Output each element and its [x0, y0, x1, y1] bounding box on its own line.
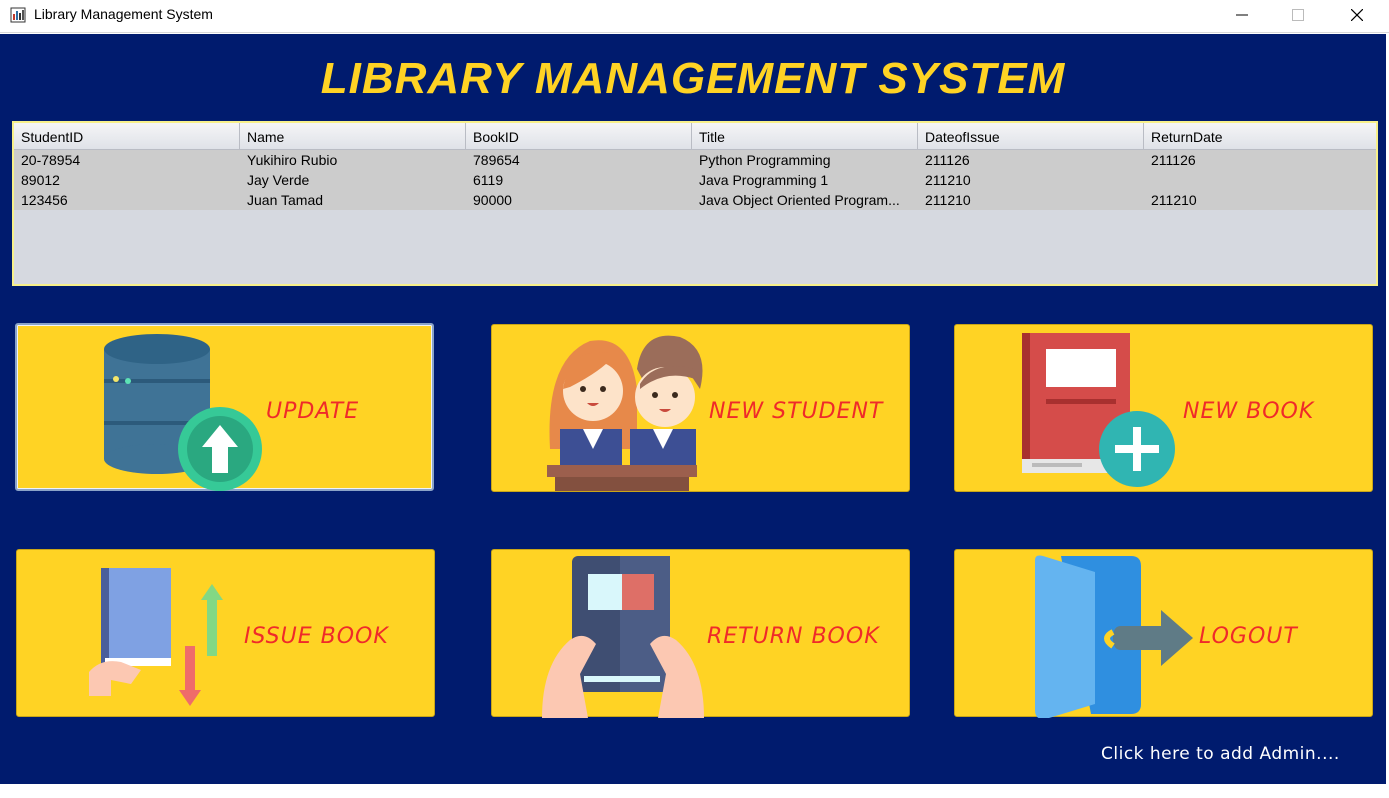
- new-book-label: NEW BOOK: [1183, 399, 1315, 424]
- table-cell[interactable]: Java Object Oriented Program...: [692, 190, 918, 210]
- window-border: [0, 784, 1389, 798]
- table-row[interactable]: 123456 Juan Tamad 90000 Java Object Orie…: [14, 190, 1376, 210]
- add-admin-link[interactable]: Click here to add Admin....: [1101, 744, 1340, 764]
- book-in-hands-icon: [542, 556, 704, 718]
- table-cell[interactable]: 89012: [14, 170, 240, 190]
- update-button[interactable]: UPDATE: [15, 323, 434, 491]
- table-cell[interactable]: Java Programming 1: [692, 170, 918, 190]
- maximize-button[interactable]: [1275, 0, 1321, 30]
- column-header[interactable]: ReturnDate: [1144, 123, 1376, 149]
- table-cell[interactable]: 211210: [1144, 190, 1376, 210]
- table-cell[interactable]: Python Programming: [692, 150, 918, 170]
- database-upload-icon: [104, 334, 262, 491]
- issue-book-label: ISSUE BOOK: [244, 624, 389, 649]
- issued-books-table[interactable]: StudentID Name BookID Title DateofIssue …: [12, 121, 1378, 286]
- table-cell[interactable]: 211210: [918, 170, 1144, 190]
- column-header[interactable]: Title: [692, 123, 918, 149]
- table-cell[interactable]: [1144, 170, 1376, 190]
- app-icon: [10, 7, 26, 23]
- column-header[interactable]: BookID: [466, 123, 692, 149]
- table-row[interactable]: 20-78954 Yukihiro Rubio 789654 Python Pr…: [14, 150, 1376, 170]
- window-title-bar: Library Management System: [0, 0, 1389, 33]
- table-header: StudentID Name BookID Title DateofIssue …: [14, 123, 1376, 150]
- column-header[interactable]: Name: [240, 123, 466, 149]
- page-title: LIBRARY MANAGEMENT SYSTEM: [320, 54, 1066, 103]
- column-header[interactable]: DateofIssue: [918, 123, 1144, 149]
- table-cell[interactable]: 123456: [14, 190, 240, 210]
- table-cell[interactable]: Jay Verde: [240, 170, 466, 190]
- book-transfer-icon: [89, 568, 223, 706]
- table-cell[interactable]: 6119: [466, 170, 692, 190]
- return-book-button[interactable]: RETURN BOOK: [491, 549, 910, 718]
- minimize-icon: [1236, 14, 1248, 16]
- table-body: 20-78954 Yukihiro Rubio 789654 Python Pr…: [14, 150, 1376, 210]
- table-cell[interactable]: 20-78954: [14, 150, 240, 170]
- new-student-label: NEW STUDENT: [709, 399, 884, 424]
- table-cell[interactable]: 211210: [918, 190, 1144, 210]
- table-cell[interactable]: 211126: [1144, 150, 1376, 170]
- column-header[interactable]: StudentID: [14, 123, 240, 149]
- door-exit-icon: [1035, 555, 1193, 718]
- table-cell[interactable]: 789654: [466, 150, 692, 170]
- students-icon: [547, 335, 703, 491]
- close-icon: [1351, 9, 1363, 21]
- table-cell[interactable]: 211126: [918, 150, 1144, 170]
- main-panel: LIBRARY MANAGEMENT SYSTEM StudentID Name…: [0, 34, 1386, 784]
- window-title: Library Management System: [34, 6, 213, 22]
- update-label: UPDATE: [266, 399, 360, 424]
- logout-label: LOGOUT: [1199, 624, 1298, 649]
- table-row[interactable]: 89012 Jay Verde 6119 Java Programming 1 …: [14, 170, 1376, 190]
- new-student-button[interactable]: NEW STUDENT: [491, 324, 910, 492]
- logout-button[interactable]: LOGOUT: [954, 549, 1373, 718]
- new-book-button[interactable]: NEW BOOK: [954, 324, 1373, 492]
- maximize-icon: [1292, 9, 1304, 21]
- table-cell[interactable]: Yukihiro Rubio: [240, 150, 466, 170]
- table-cell[interactable]: 90000: [466, 190, 692, 210]
- book-add-icon: [1022, 333, 1175, 487]
- close-button[interactable]: [1334, 0, 1380, 30]
- table-cell[interactable]: Juan Tamad: [240, 190, 466, 210]
- return-book-label: RETURN BOOK: [707, 624, 880, 649]
- minimize-button[interactable]: [1219, 0, 1265, 30]
- issue-book-button[interactable]: ISSUE BOOK: [16, 549, 435, 717]
